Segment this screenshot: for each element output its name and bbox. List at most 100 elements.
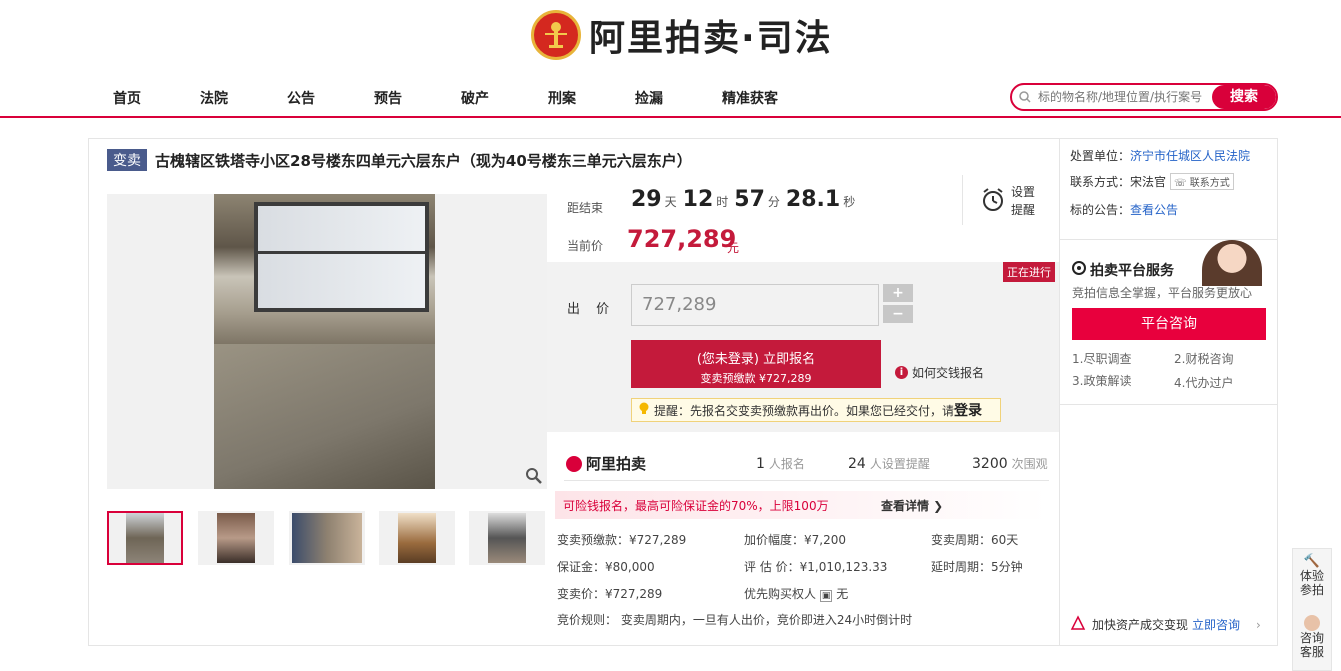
delay-period: 延时周期：5分钟 [931,560,1023,574]
how-to-pay-text: 如何交钱报名 [912,366,985,380]
thumbnail-1[interactable] [107,511,183,565]
sale-type-tag: 变卖 [107,149,147,171]
consult-button[interactable]: 平台咨询 [1072,308,1266,340]
loan-promo: 可险钱报名，最高可险保证金的70%，上限100万 查看详情 ❯ [555,491,1047,519]
current-price-label: 当前价 [567,239,604,253]
nav-bankruptcy[interactable]: 破产 [461,88,489,108]
info-icon: i [895,366,908,379]
nav-criminal[interactable]: 刑案 [548,88,576,108]
stats-bar: 阿里拍卖 1 人报名 24 人设置提醒 3200 次围观 [564,445,1049,481]
increment: 加价幅度：¥7,200 [744,533,846,547]
view-count-unit: 次围观 [1011,457,1048,471]
set-reminder[interactable]: 设置提醒 [962,175,1062,225]
nav-court[interactable]: 法院 [200,88,228,108]
thumbnail-3[interactable] [289,511,365,565]
court-link[interactable]: 济宁市任城区人民法院 [1130,149,1250,163]
search-bar: 搜索 [1010,83,1278,111]
signup-count: 1 人报名 [756,455,805,472]
reminder-count-unit: 人设置提醒 [869,457,930,471]
countdown-hours: 12 [682,187,714,212]
window-shape [254,202,429,312]
thumbnail-strip [107,511,547,567]
asset-icon [1070,615,1086,634]
right-sidebar: 处置单位：济宁市任城区人民法院 联系方式：宋法官 ☏ 联系方式 标的公告：查看公告… [1059,139,1278,645]
bid-label: 出 价 [567,302,616,317]
appraisal: 评 估 价：¥1,010,123.33 [744,560,888,574]
login-link[interactable]: 登录 [954,400,982,420]
minutes-unit: 分 [767,195,780,209]
reminder-count: 24 人设置提醒 [848,455,930,472]
countdown-seconds: 28.1 [785,187,841,212]
nav-home[interactable]: 首页 [113,88,141,108]
seconds-unit: 秒 [843,195,856,209]
priority-buyer: 优先购买权人 ▣ 无 [744,585,848,602]
asset-consult-text: 加快资产成交变现 [1092,618,1189,632]
priority-value: 无 [836,587,849,601]
thumbnail-2[interactable] [198,511,274,565]
customer-service-label: 咨询客服 [1299,631,1324,659]
main-nav: 首页 法院 公告 预告 破产 刑案 捡漏 精准获客 搜索 [0,78,1341,118]
main-photo[interactable] [107,194,547,489]
priority-badge-icon: ▣ [819,590,833,602]
service-title: 拍卖平台服务 [1072,260,1174,280]
court-row: 处置单位：济宁市任城区人民法院 [1070,147,1250,164]
priority-label: 优先购买权人 [744,587,817,601]
decrease-button[interactable]: − [883,305,913,323]
thumbnail-5[interactable] [469,511,545,565]
nav-preview[interactable]: 预告 [374,88,402,108]
agent-avatar-icon [1304,615,1320,631]
notice-label: 标的公告： [1070,203,1131,217]
nav-notice[interactable]: 公告 [287,88,315,108]
search-button[interactable]: 搜索 [1212,85,1276,109]
brand-icon [566,455,582,472]
nav-precise[interactable]: 精准获客 [722,88,778,108]
bid-box: 正在进行 出 价 727,289 + − (您未登录) 立即报名 变卖预缴款 ¥… [547,262,1059,432]
view-count: 3200 次围观 [972,455,1048,472]
alarm-clock-icon [981,187,1005,216]
service-due-diligence[interactable]: 1.尽职调查 [1072,350,1131,367]
asset-consult-row[interactable]: 加快资产成交变现 立即咨询 › [1070,615,1270,634]
login-tip: 提醒：先报名交变卖预缴款再出价。如果您已经交付，请 登录 [631,398,1001,422]
notice-row: 标的公告：查看公告 [1070,201,1178,218]
zoom-icon[interactable] [525,467,545,487]
signup-count-unit: 人报名 [768,457,805,471]
chevron-right-icon: › [1256,617,1261,632]
countdown: 29 天 12 时 57 分 28.1 秒 [631,187,861,212]
bid-rules: 竞价规则： 变卖周期内，一旦有人出价，竞价即进入24小时倒计时 [557,613,913,627]
customer-service[interactable]: 咨询客服 [1293,615,1331,659]
price-unit: 元 [727,241,740,255]
sale-price: 变卖价：¥727,289 [557,587,663,601]
search-input[interactable] [1038,90,1216,104]
service-policy[interactable]: 3.政策解读 [1072,372,1131,389]
deposit: 变卖预缴款：¥727,289 [557,533,687,547]
notice-link[interactable]: 查看公告 [1130,203,1178,217]
countdown-days: 29 [631,187,662,212]
current-price: 727,289 [627,225,737,253]
logo[interactable]: 阿里拍卖·司法 [531,5,841,65]
experience-bid-label: 体验参拍 [1299,569,1324,597]
title-row: 变卖 古槐辖区铁塔寺小区28号楼东四单元六层东户（现为40号楼东三单元六层东户） [107,149,692,171]
balcony-photo [214,194,435,489]
increase-button[interactable]: + [883,284,913,302]
court-label: 处置单位： [1070,149,1131,163]
listing-title: 古槐辖区铁塔寺小区28号楼东四单元六层东户（现为40号楼东三单元六层东户） [155,151,692,170]
reminder-count-value: 24 [848,456,866,472]
signup-button[interactable]: (您未登录) 立即报名 变卖预缴款 ¥727,289 [631,340,881,388]
experience-bid[interactable]: 🔨 体验参拍 [1293,554,1331,598]
contact-button[interactable]: ☏ 联系方式 [1170,173,1234,190]
gavel-icon: 🔨 [1303,554,1321,569]
promo-text: 可险钱报名，最高可险保证金的70%，上限100万 [563,499,829,513]
contact-button-label: 联系方式 [1189,178,1230,189]
service-agent-avatar [1202,240,1262,286]
sale-period: 变卖周期：60天 [931,533,1019,547]
promo-details-link[interactable]: 查看详情 ❯ [881,497,943,514]
service-tax[interactable]: 2.财税咨询 [1174,350,1233,367]
thumbnail-4[interactable] [379,511,455,565]
service-title-text: 拍卖平台服务 [1090,263,1174,279]
bid-input[interactable]: 727,289 [631,284,879,326]
asset-consult-link[interactable]: 立即咨询 [1192,616,1240,633]
contact-label: 联系方式： [1070,175,1131,189]
service-transfer[interactable]: 4.代办过户 [1174,374,1233,391]
how-to-pay-link[interactable]: i 如何交钱报名 [895,364,984,381]
nav-bargain[interactable]: 捡漏 [635,88,663,108]
